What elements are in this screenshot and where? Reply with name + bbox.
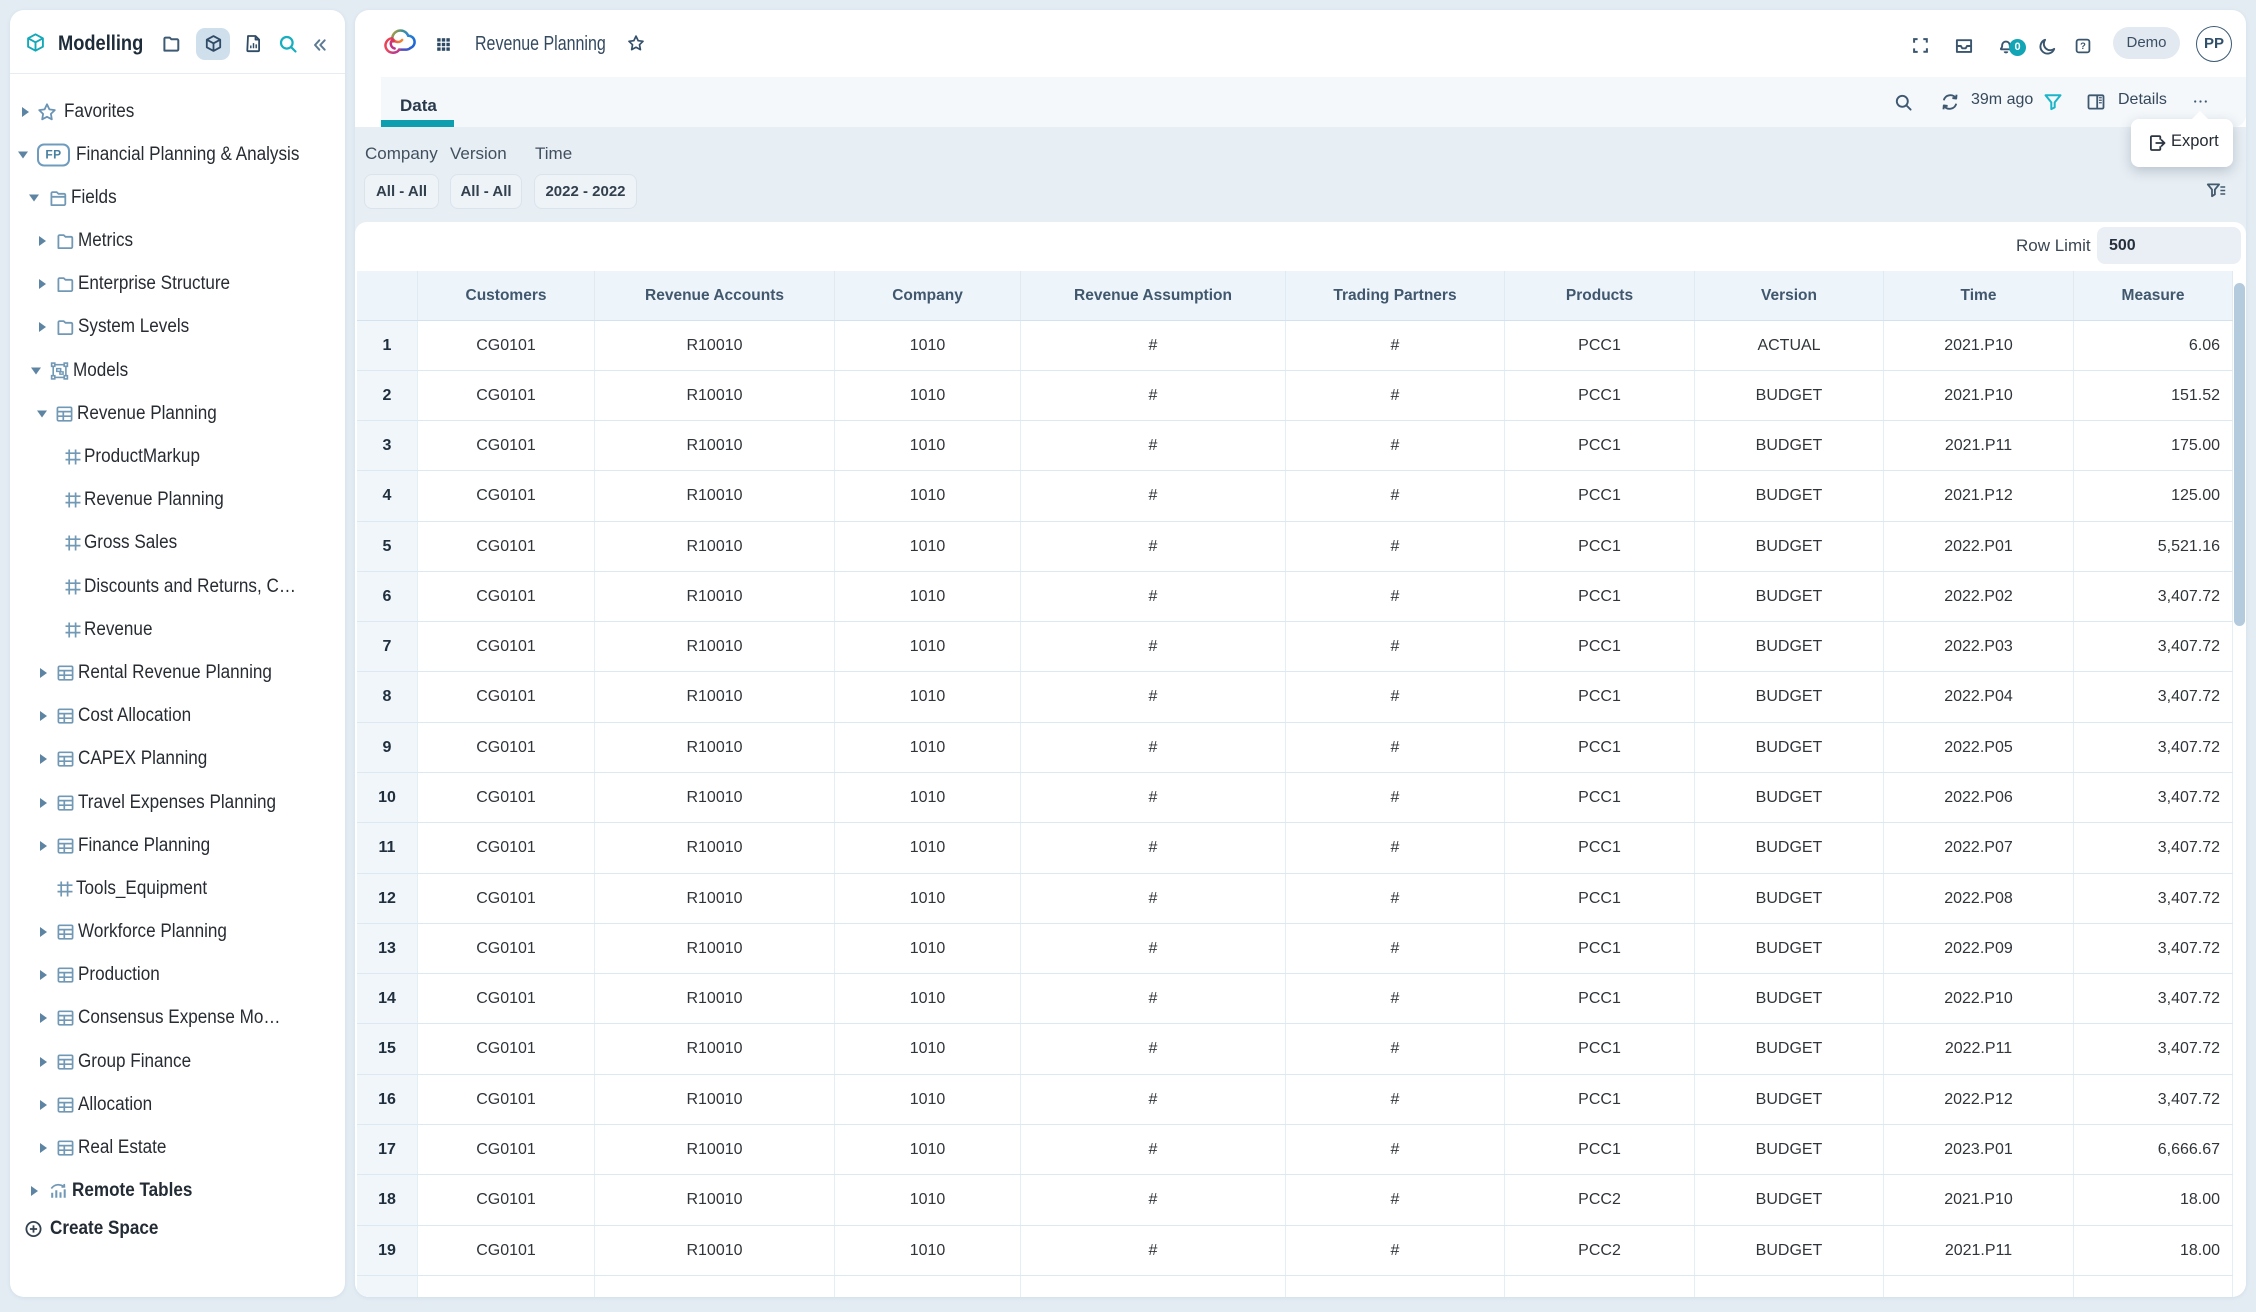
svg-text:?: ? bbox=[2080, 40, 2086, 51]
